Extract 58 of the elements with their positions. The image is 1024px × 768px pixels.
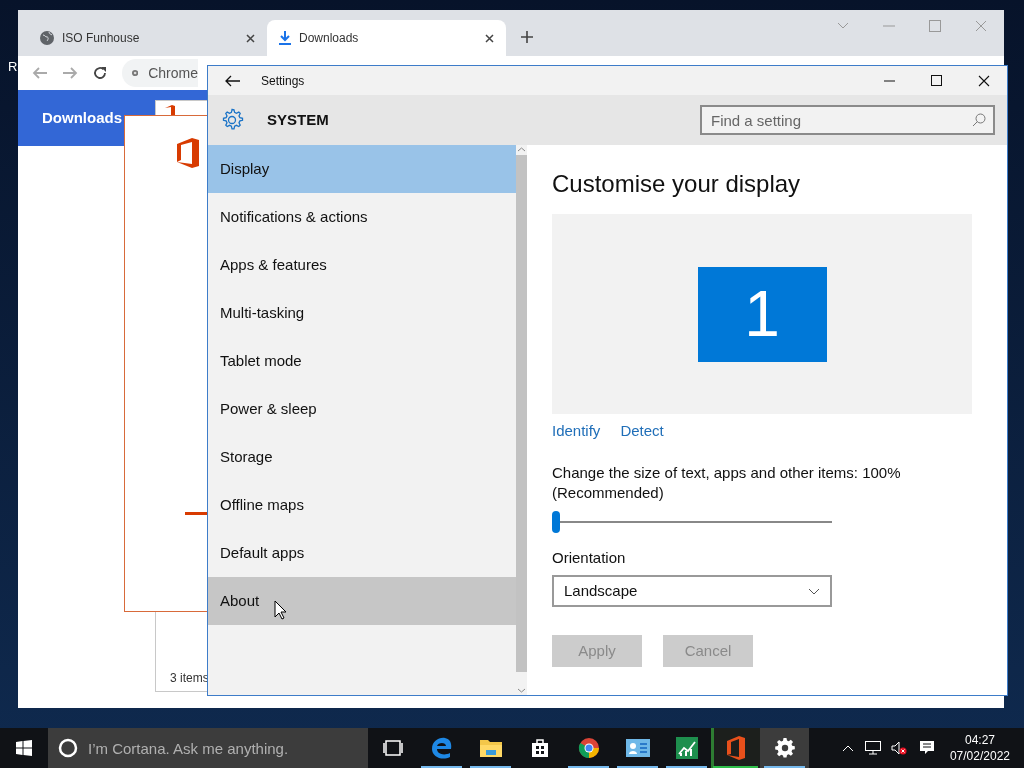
edge-icon (430, 737, 453, 759)
window-title: Settings (261, 72, 305, 90)
clock-date: 07/02/2022 (949, 748, 1010, 764)
address-bar[interactable]: Chrome (122, 59, 198, 87)
taskbar-button[interactable] (760, 728, 809, 768)
windows-logo-icon (16, 740, 32, 756)
back-icon[interactable] (225, 74, 241, 87)
office-logo-icon (725, 736, 746, 760)
task-view-icon (382, 740, 403, 756)
browser-tab[interactable]: ISO Funhouse (28, 20, 267, 56)
page-heading: Customise your display (552, 169, 802, 199)
close-icon[interactable] (978, 74, 990, 87)
cursor-icon (274, 600, 287, 620)
orientation-label: Orientation (552, 547, 627, 568)
orientation-dropdown[interactable]: Landscape (552, 575, 832, 607)
globe-icon (40, 31, 54, 45)
slider-thumb[interactable] (552, 510, 560, 533)
network-icon[interactable] (864, 741, 881, 755)
link[interactable]: Detect (620, 420, 664, 443)
download-icon (279, 31, 291, 45)
gear-icon (220, 108, 244, 132)
contact-card-icon (625, 739, 650, 757)
section-title: SYSTEM (267, 109, 329, 130)
scale-label: Change the size of text, apps and other items: 100% (Recommended) (552, 462, 902, 503)
caret-icon (808, 587, 820, 595)
maximize-icon[interactable] (931, 75, 942, 86)
monitor-tile[interactable]: 1 (697, 266, 827, 362)
scroll-down-icon[interactable] (518, 688, 525, 693)
new-tab-icon[interactable] (520, 30, 534, 44)
reload-icon[interactable] (92, 65, 108, 81)
scroll-up-icon[interactable] (518, 147, 525, 152)
chrome-icon (577, 737, 600, 759)
close-icon[interactable] (485, 33, 494, 43)
search-icon[interactable] (972, 113, 986, 127)
close-icon[interactable] (246, 33, 255, 43)
clock-time: 04:27 (964, 732, 995, 748)
cortana-ring-icon (58, 738, 78, 758)
cortana-search-field[interactable]: I’m Cortana. Ask me anything. (48, 728, 368, 768)
muted-volume-icon[interactable] (890, 741, 907, 755)
nav-item[interactable]: Display (208, 145, 516, 193)
notifications-icon[interactable] (918, 740, 935, 756)
minimize-icon[interactable] (884, 79, 895, 82)
shopping-bag-icon (529, 738, 550, 758)
office-logo-icon (175, 138, 201, 168)
monitor-number: 1 (744, 282, 780, 346)
browser-tab[interactable]: Downloads (267, 20, 506, 56)
nav-item[interactable]: About (208, 577, 516, 625)
scale-slider[interactable] (552, 510, 832, 533)
folder-icon (478, 738, 503, 758)
page-title: Downloads (42, 107, 122, 128)
chart-icon (675, 737, 698, 759)
search-field[interactable]: Find a setting (700, 105, 995, 135)
desktop-icon-label: R (8, 58, 18, 76)
gear-icon (774, 738, 795, 758)
clock[interactable]: 04:27 07/02/2022 (941, 732, 1018, 764)
chevron-up-icon[interactable] (841, 744, 854, 752)
link[interactable]: Identify (552, 420, 601, 443)
taskbar-button[interactable] (711, 728, 760, 768)
